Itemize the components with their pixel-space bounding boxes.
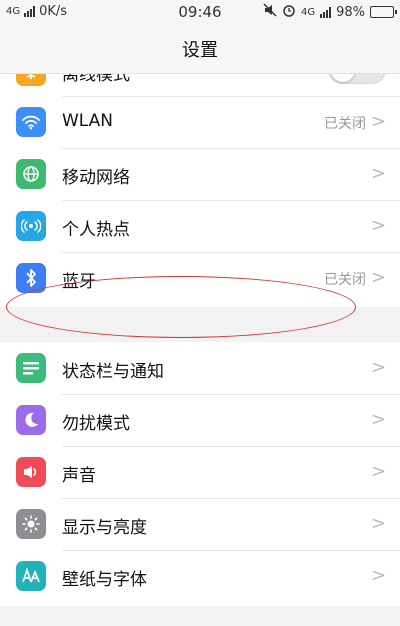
settings-item-label: WLAN: [62, 111, 114, 131]
globe-icon: [16, 159, 46, 189]
settings-item-display-brightness[interactable]: 显示与亮度 >: [0, 498, 400, 550]
settings-item-value: 已关闭: [324, 272, 366, 288]
settings-item-label: 勿扰模式: [62, 414, 130, 434]
speaker-icon: [16, 457, 46, 487]
network-type-right: 4G: [300, 6, 316, 18]
chevron-right-icon: >: [370, 163, 386, 184]
settings-item-bluetooth[interactable]: 蓝牙 已关闭 >: [0, 252, 400, 304]
moon-icon: [16, 405, 46, 435]
settings-item-do-not-disturb[interactable]: 勿扰模式 >: [0, 394, 400, 446]
settings-item-label: 蓝牙: [62, 272, 96, 292]
settings-item-mobile-network[interactable]: 移动网络 >: [0, 148, 400, 200]
airplane-icon: [16, 74, 46, 86]
settings-item-wlan[interactable]: WLAN 已关闭 >: [0, 96, 400, 148]
signal-icon-right: [320, 6, 332, 18]
settings-group-network: 离线模式 WLAN 已关闭 > 移动网络 > 个人热点 > 蓝牙 已关闭 >: [0, 74, 400, 307]
settings-list[interactable]: 离线模式 WLAN 已关闭 > 移动网络 > 个人热点 > 蓝牙 已关闭 > 状…: [0, 74, 400, 626]
brightness-icon: [16, 509, 46, 539]
settings-item-wallpaper-font[interactable]: 壁纸与字体 >: [0, 550, 400, 602]
page-title: 设置: [182, 39, 218, 61]
mute-icon: [263, 3, 277, 21]
chevron-right-icon: >: [370, 461, 386, 482]
bluetooth-icon: [16, 263, 46, 293]
status-right: 4G 98%: [263, 3, 397, 21]
settings-item-label: 个人热点: [62, 220, 130, 240]
chevron-right-icon: >: [370, 267, 386, 288]
notification-icon: [16, 353, 46, 383]
settings-item-label: 壁纸与字体: [62, 570, 147, 590]
settings-item-label: 声音: [62, 466, 96, 486]
status-bar: 4G 0K/s 09:46 4G 98%: [0, 0, 400, 24]
chevron-right-icon: >: [370, 409, 386, 430]
chevron-right-icon: >: [370, 111, 386, 132]
settings-item-hotspot[interactable]: 个人热点 >: [0, 200, 400, 252]
battery-icon: [370, 6, 397, 18]
settings-item-status-bar-notifications[interactable]: 状态栏与通知 >: [0, 342, 400, 394]
offline-mode-toggle[interactable]: [328, 74, 386, 84]
settings-item-label: 离线模式: [62, 74, 130, 85]
chevron-right-icon: >: [370, 357, 386, 378]
font-icon: [16, 561, 46, 591]
settings-item-label: 移动网络: [62, 168, 130, 188]
title-bar: 设置: [0, 24, 400, 74]
hotspot-icon: [16, 211, 46, 241]
chevron-right-icon: >: [370, 215, 386, 236]
chevron-right-icon: >: [370, 513, 386, 534]
toggle-knob: [331, 74, 355, 82]
settings-item-sound[interactable]: 声音 >: [0, 446, 400, 498]
wifi-icon: [16, 107, 46, 137]
settings-item-label: 显示与亮度: [62, 518, 147, 538]
settings-group-personalization: 状态栏与通知 > 勿扰模式 > 声音 > 显示与亮度 > 壁纸与字体 >: [0, 342, 400, 606]
chevron-right-icon: >: [370, 565, 386, 586]
settings-item-label: 状态栏与通知: [62, 362, 164, 382]
alarm-icon: [282, 3, 296, 21]
battery-percent: 98%: [336, 4, 365, 20]
settings-item-value: 已关闭: [324, 116, 366, 132]
